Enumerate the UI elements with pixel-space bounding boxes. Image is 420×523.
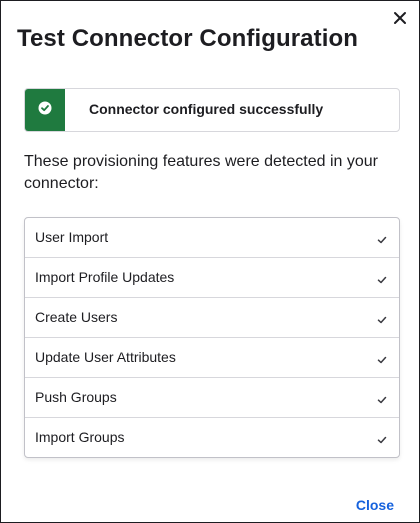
detected-features-description: These provisioning features were detecte…: [24, 153, 378, 192]
check-icon: [377, 432, 387, 444]
features-list: User Import Import Profile Updates Creat…: [24, 217, 400, 458]
list-item: Import Groups: [25, 417, 399, 457]
list-item: Create Users: [25, 297, 399, 337]
check-icon: [377, 312, 387, 324]
feature-label: Create Users: [35, 309, 118, 325]
feature-label: User Import: [35, 229, 109, 245]
close-button[interactable]: Close: [356, 497, 394, 513]
feature-label: Import Groups: [35, 429, 125, 445]
feature-label: Update User Attributes: [35, 349, 176, 365]
check-icon: [377, 352, 387, 364]
check-circle-icon: [38, 101, 52, 120]
list-item: Push Groups: [25, 377, 399, 417]
list-item: User Import: [25, 218, 399, 257]
test-connector-dialog: Test Connector Configuration Connector c…: [0, 0, 420, 523]
dialog-title: Test Connector Configuration: [17, 25, 359, 52]
banner-icon-area: [25, 89, 65, 131]
list-item: Import Profile Updates: [25, 257, 399, 297]
check-icon: [377, 232, 387, 244]
check-icon: [377, 392, 387, 404]
feature-label: Import Profile Updates: [35, 269, 175, 285]
banner-message: Connector configured successfully: [89, 101, 324, 117]
feature-label: Push Groups: [35, 389, 117, 405]
check-icon: [377, 272, 387, 284]
success-banner: Connector configured successfully: [24, 88, 400, 132]
close-icon[interactable]: [391, 9, 409, 27]
list-item: Update User Attributes: [25, 337, 399, 377]
